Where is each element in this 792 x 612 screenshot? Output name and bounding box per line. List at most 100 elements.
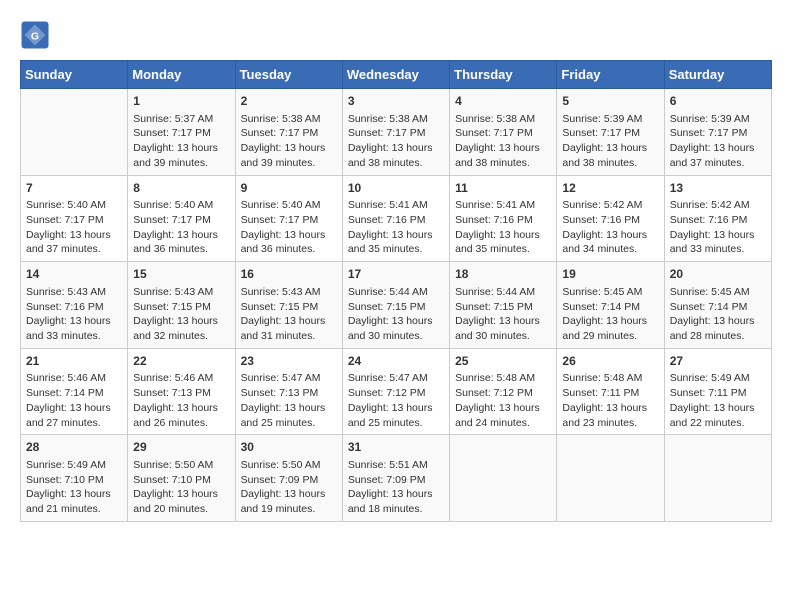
- day-number: 28: [26, 439, 122, 456]
- day-info: Sunrise: 5:38 AMSunset: 7:17 PMDaylight:…: [241, 112, 337, 171]
- calendar-cell: 9 Sunrise: 5:40 AMSunset: 7:17 PMDayligh…: [235, 175, 342, 262]
- day-info: Sunrise: 5:47 AMSunset: 7:12 PMDaylight:…: [348, 371, 444, 430]
- calendar-header: SundayMondayTuesdayWednesdayThursdayFrid…: [21, 61, 772, 89]
- calendar-cell: 12 Sunrise: 5:42 AMSunset: 7:16 PMDaylig…: [557, 175, 664, 262]
- calendar-cell: 28 Sunrise: 5:49 AMSunset: 7:10 PMDaylig…: [21, 435, 128, 522]
- day-number: 2: [241, 93, 337, 110]
- day-info: Sunrise: 5:51 AMSunset: 7:09 PMDaylight:…: [348, 458, 444, 517]
- column-header-thursday: Thursday: [450, 61, 557, 89]
- logo-icon: G: [20, 20, 50, 50]
- day-info: Sunrise: 5:50 AMSunset: 7:09 PMDaylight:…: [241, 458, 337, 517]
- day-number: 4: [455, 93, 551, 110]
- day-info: Sunrise: 5:49 AMSunset: 7:10 PMDaylight:…: [26, 458, 122, 517]
- day-number: 14: [26, 266, 122, 283]
- day-number: 8: [133, 180, 229, 197]
- day-number: 18: [455, 266, 551, 283]
- day-number: 13: [670, 180, 766, 197]
- column-header-monday: Monday: [128, 61, 235, 89]
- day-info: Sunrise: 5:45 AMSunset: 7:14 PMDaylight:…: [562, 285, 658, 344]
- day-info: Sunrise: 5:43 AMSunset: 7:16 PMDaylight:…: [26, 285, 122, 344]
- calendar-cell: 8 Sunrise: 5:40 AMSunset: 7:17 PMDayligh…: [128, 175, 235, 262]
- day-number: 15: [133, 266, 229, 283]
- calendar-week-4: 21 Sunrise: 5:46 AMSunset: 7:14 PMDaylig…: [21, 348, 772, 435]
- day-number: 16: [241, 266, 337, 283]
- day-info: Sunrise: 5:46 AMSunset: 7:14 PMDaylight:…: [26, 371, 122, 430]
- calendar-cell: [450, 435, 557, 522]
- calendar-cell: 2 Sunrise: 5:38 AMSunset: 7:17 PMDayligh…: [235, 89, 342, 176]
- calendar-cell: 22 Sunrise: 5:46 AMSunset: 7:13 PMDaylig…: [128, 348, 235, 435]
- day-info: Sunrise: 5:40 AMSunset: 7:17 PMDaylight:…: [133, 198, 229, 257]
- svg-text:G: G: [31, 31, 39, 43]
- calendar-cell: 18 Sunrise: 5:44 AMSunset: 7:15 PMDaylig…: [450, 262, 557, 349]
- day-number: 6: [670, 93, 766, 110]
- calendar-cell: 1 Sunrise: 5:37 AMSunset: 7:17 PMDayligh…: [128, 89, 235, 176]
- calendar-cell: 7 Sunrise: 5:40 AMSunset: 7:17 PMDayligh…: [21, 175, 128, 262]
- calendar-cell: 5 Sunrise: 5:39 AMSunset: 7:17 PMDayligh…: [557, 89, 664, 176]
- day-info: Sunrise: 5:41 AMSunset: 7:16 PMDaylight:…: [348, 198, 444, 257]
- day-number: 1: [133, 93, 229, 110]
- logo: G: [20, 20, 54, 50]
- day-number: 9: [241, 180, 337, 197]
- day-info: Sunrise: 5:40 AMSunset: 7:17 PMDaylight:…: [241, 198, 337, 257]
- calendar-table: SundayMondayTuesdayWednesdayThursdayFrid…: [20, 60, 772, 522]
- day-number: 27: [670, 353, 766, 370]
- day-info: Sunrise: 5:41 AMSunset: 7:16 PMDaylight:…: [455, 198, 551, 257]
- day-info: Sunrise: 5:48 AMSunset: 7:12 PMDaylight:…: [455, 371, 551, 430]
- day-number: 7: [26, 180, 122, 197]
- column-header-saturday: Saturday: [664, 61, 771, 89]
- day-number: 29: [133, 439, 229, 456]
- calendar-week-1: 1 Sunrise: 5:37 AMSunset: 7:17 PMDayligh…: [21, 89, 772, 176]
- calendar-body: 1 Sunrise: 5:37 AMSunset: 7:17 PMDayligh…: [21, 89, 772, 522]
- day-number: 19: [562, 266, 658, 283]
- calendar-cell: 6 Sunrise: 5:39 AMSunset: 7:17 PMDayligh…: [664, 89, 771, 176]
- day-info: Sunrise: 5:46 AMSunset: 7:13 PMDaylight:…: [133, 371, 229, 430]
- calendar-week-3: 14 Sunrise: 5:43 AMSunset: 7:16 PMDaylig…: [21, 262, 772, 349]
- column-header-friday: Friday: [557, 61, 664, 89]
- day-number: 22: [133, 353, 229, 370]
- day-info: Sunrise: 5:44 AMSunset: 7:15 PMDaylight:…: [455, 285, 551, 344]
- calendar-cell: [557, 435, 664, 522]
- day-info: Sunrise: 5:48 AMSunset: 7:11 PMDaylight:…: [562, 371, 658, 430]
- calendar-cell: [664, 435, 771, 522]
- day-info: Sunrise: 5:47 AMSunset: 7:13 PMDaylight:…: [241, 371, 337, 430]
- calendar-cell: 15 Sunrise: 5:43 AMSunset: 7:15 PMDaylig…: [128, 262, 235, 349]
- calendar-cell: 16 Sunrise: 5:43 AMSunset: 7:15 PMDaylig…: [235, 262, 342, 349]
- day-info: Sunrise: 5:37 AMSunset: 7:17 PMDaylight:…: [133, 112, 229, 171]
- day-number: 24: [348, 353, 444, 370]
- calendar-cell: 31 Sunrise: 5:51 AMSunset: 7:09 PMDaylig…: [342, 435, 449, 522]
- day-info: Sunrise: 5:50 AMSunset: 7:10 PMDaylight:…: [133, 458, 229, 517]
- day-number: 23: [241, 353, 337, 370]
- day-number: 26: [562, 353, 658, 370]
- calendar-cell: 19 Sunrise: 5:45 AMSunset: 7:14 PMDaylig…: [557, 262, 664, 349]
- day-number: 17: [348, 266, 444, 283]
- column-header-tuesday: Tuesday: [235, 61, 342, 89]
- calendar-cell: 3 Sunrise: 5:38 AMSunset: 7:17 PMDayligh…: [342, 89, 449, 176]
- calendar-week-2: 7 Sunrise: 5:40 AMSunset: 7:17 PMDayligh…: [21, 175, 772, 262]
- day-number: 11: [455, 180, 551, 197]
- calendar-cell: 4 Sunrise: 5:38 AMSunset: 7:17 PMDayligh…: [450, 89, 557, 176]
- day-number: 25: [455, 353, 551, 370]
- day-info: Sunrise: 5:38 AMSunset: 7:17 PMDaylight:…: [455, 112, 551, 171]
- day-info: Sunrise: 5:42 AMSunset: 7:16 PMDaylight:…: [670, 198, 766, 257]
- calendar-cell: 25 Sunrise: 5:48 AMSunset: 7:12 PMDaylig…: [450, 348, 557, 435]
- column-header-sunday: Sunday: [21, 61, 128, 89]
- calendar-cell: 13 Sunrise: 5:42 AMSunset: 7:16 PMDaylig…: [664, 175, 771, 262]
- day-number: 5: [562, 93, 658, 110]
- page-header: G: [20, 20, 772, 50]
- day-info: Sunrise: 5:39 AMSunset: 7:17 PMDaylight:…: [670, 112, 766, 171]
- calendar-cell: 26 Sunrise: 5:48 AMSunset: 7:11 PMDaylig…: [557, 348, 664, 435]
- day-info: Sunrise: 5:40 AMSunset: 7:17 PMDaylight:…: [26, 198, 122, 257]
- calendar-cell: 10 Sunrise: 5:41 AMSunset: 7:16 PMDaylig…: [342, 175, 449, 262]
- calendar-cell: 29 Sunrise: 5:50 AMSunset: 7:10 PMDaylig…: [128, 435, 235, 522]
- day-number: 31: [348, 439, 444, 456]
- calendar-cell: 14 Sunrise: 5:43 AMSunset: 7:16 PMDaylig…: [21, 262, 128, 349]
- day-number: 12: [562, 180, 658, 197]
- calendar-cell: [21, 89, 128, 176]
- day-info: Sunrise: 5:45 AMSunset: 7:14 PMDaylight:…: [670, 285, 766, 344]
- day-info: Sunrise: 5:43 AMSunset: 7:15 PMDaylight:…: [133, 285, 229, 344]
- calendar-cell: 21 Sunrise: 5:46 AMSunset: 7:14 PMDaylig…: [21, 348, 128, 435]
- calendar-cell: 27 Sunrise: 5:49 AMSunset: 7:11 PMDaylig…: [664, 348, 771, 435]
- day-number: 30: [241, 439, 337, 456]
- calendar-cell: 20 Sunrise: 5:45 AMSunset: 7:14 PMDaylig…: [664, 262, 771, 349]
- calendar-week-5: 28 Sunrise: 5:49 AMSunset: 7:10 PMDaylig…: [21, 435, 772, 522]
